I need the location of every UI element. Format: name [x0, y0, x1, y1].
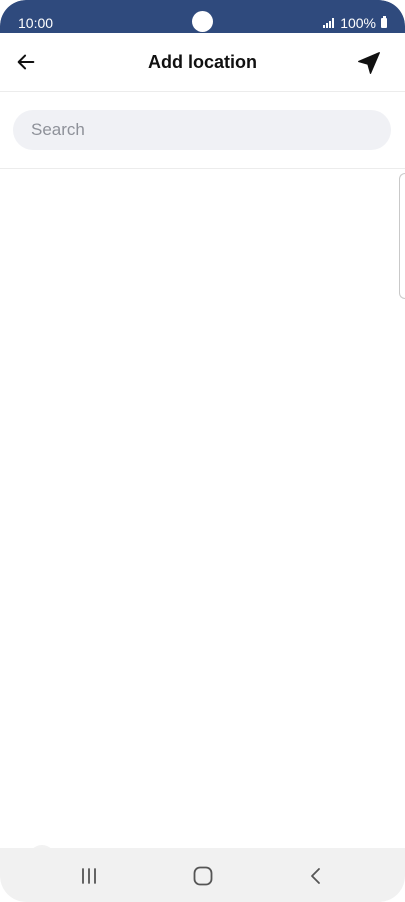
home-button[interactable]	[186, 859, 220, 893]
phone-screen: 10:00 100% Add location	[0, 0, 405, 902]
edge-panel-handle[interactable]	[399, 173, 405, 299]
recents-button[interactable]	[72, 859, 106, 893]
navigation-arrow-icon	[358, 52, 380, 74]
search-input[interactable]	[13, 110, 391, 150]
location-results-list[interactable]	[0, 169, 405, 873]
back-button[interactable]	[10, 46, 42, 78]
current-location-button[interactable]	[353, 47, 385, 79]
signal-icon	[323, 18, 335, 28]
battery-icon	[381, 16, 387, 28]
battery-percent: 100%	[340, 15, 376, 31]
arrow-left-icon	[17, 54, 35, 70]
status-time: 10:00	[18, 15, 54, 31]
app-bar: Add location	[0, 33, 405, 92]
system-navigation-bar	[0, 848, 405, 902]
search-area	[0, 92, 405, 169]
status-bar: 10:00 100%	[0, 0, 405, 33]
page-title: Add location	[148, 52, 257, 72]
nav-back-button[interactable]	[299, 859, 333, 893]
status-indicators: 100%	[323, 14, 387, 32]
home-icon	[193, 866, 213, 886]
front-camera	[192, 11, 213, 32]
back-chevron-icon	[311, 868, 320, 884]
recents-icon	[82, 868, 96, 884]
